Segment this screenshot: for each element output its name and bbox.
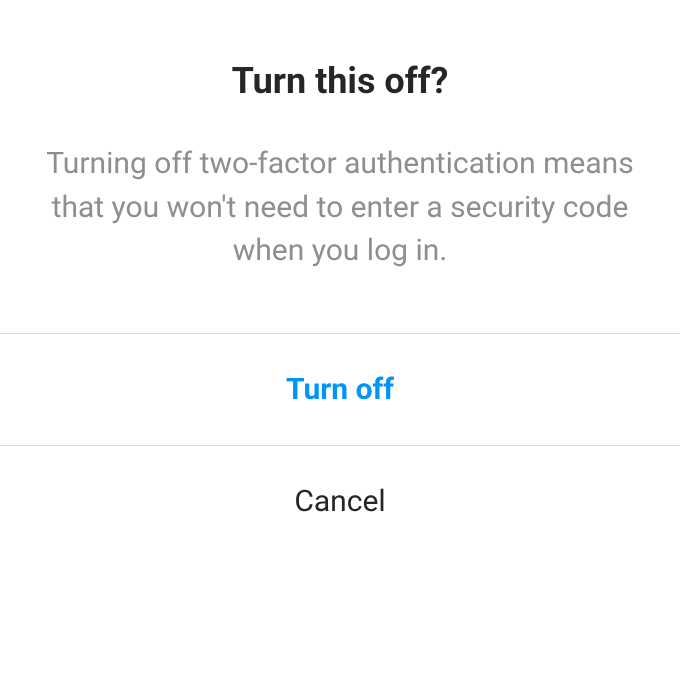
- cancel-button[interactable]: Cancel: [0, 446, 680, 557]
- turn-off-button[interactable]: Turn off: [0, 334, 680, 445]
- dialog-body: Turning off two-factor authentica­tion m…: [40, 142, 640, 273]
- confirmation-dialog: Turn this off? Turning off two-factor au…: [0, 0, 680, 694]
- dialog-content: Turn this off? Turning off two-factor au…: [0, 0, 680, 333]
- dialog-title: Turn this off?: [40, 60, 640, 102]
- cancel-button-label: Cancel: [294, 484, 385, 519]
- turn-off-button-label: Turn off: [286, 372, 394, 407]
